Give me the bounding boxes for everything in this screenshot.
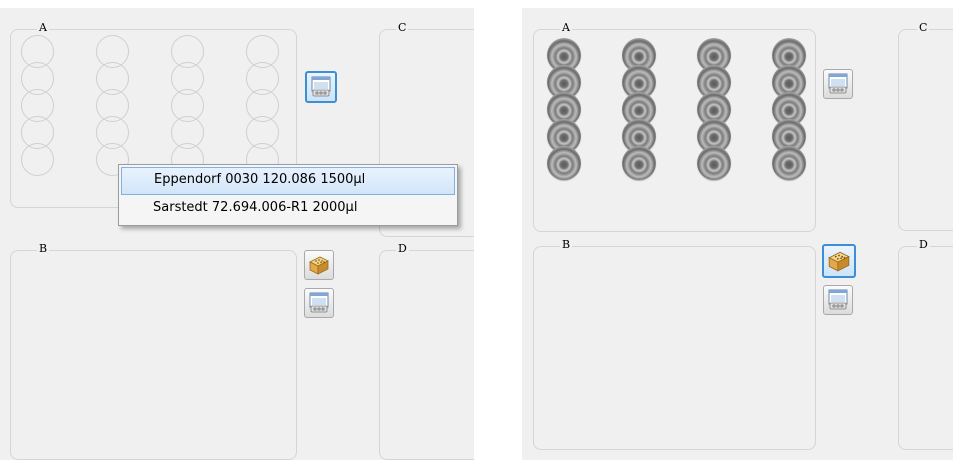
group-c-label: C: [396, 21, 409, 35]
rack-a-wells: [21, 35, 284, 176]
rack-type-context-menu: Eppendorf 0030 120.086 1500µl Sarstedt 7…: [118, 164, 458, 226]
deck-panel-left: A C B D Eppendorf 0030 120.086 1500µl Sa…: [0, 8, 474, 460]
tube-rack-icon: [827, 289, 849, 311]
tube[interactable]: [547, 146, 581, 180]
rack-a-wells: [547, 38, 810, 180]
tube-rack-icon: [308, 292, 330, 314]
tip-box-button-b[interactable]: [822, 244, 856, 278]
group-d[interactable]: D: [898, 238, 953, 450]
group-b[interactable]: B: [533, 238, 816, 450]
tip-box-button-b[interactable]: [304, 250, 334, 280]
tip-box-icon: [827, 249, 851, 273]
menu-item-eppendorf[interactable]: Eppendorf 0030 120.086 1500µl: [121, 167, 455, 195]
well[interactable]: [21, 143, 54, 176]
group-d-label: D: [396, 242, 409, 256]
group-b-label: B: [37, 242, 50, 256]
group-a-label: A: [560, 21, 572, 35]
tube[interactable]: [697, 146, 731, 180]
tube-rack-icon: [310, 76, 332, 98]
tube[interactable]: [622, 146, 656, 180]
group-c[interactable]: C: [898, 21, 953, 231]
tube-rack-button-b[interactable]: [304, 288, 334, 318]
tube-rack-button-b[interactable]: [823, 285, 853, 315]
group-a-label: A: [37, 21, 49, 35]
deck-panel-right: A C B D: [522, 8, 953, 460]
tip-box-icon: [308, 254, 330, 276]
group-b[interactable]: B: [10, 242, 297, 460]
group-b-label: B: [560, 238, 573, 252]
group-c-label: C: [917, 21, 930, 35]
tube-rack-icon: [827, 73, 849, 95]
group-d[interactable]: D: [379, 242, 474, 460]
tube-rack-button-a[interactable]: [823, 69, 853, 99]
menu-item-sarstedt[interactable]: Sarstedt 72.694.006-R1 2000µl: [121, 195, 455, 223]
group-d-label: D: [917, 238, 930, 252]
tube-rack-button-a[interactable]: [305, 71, 337, 103]
group-a[interactable]: A: [533, 21, 816, 232]
tube[interactable]: [772, 146, 806, 180]
